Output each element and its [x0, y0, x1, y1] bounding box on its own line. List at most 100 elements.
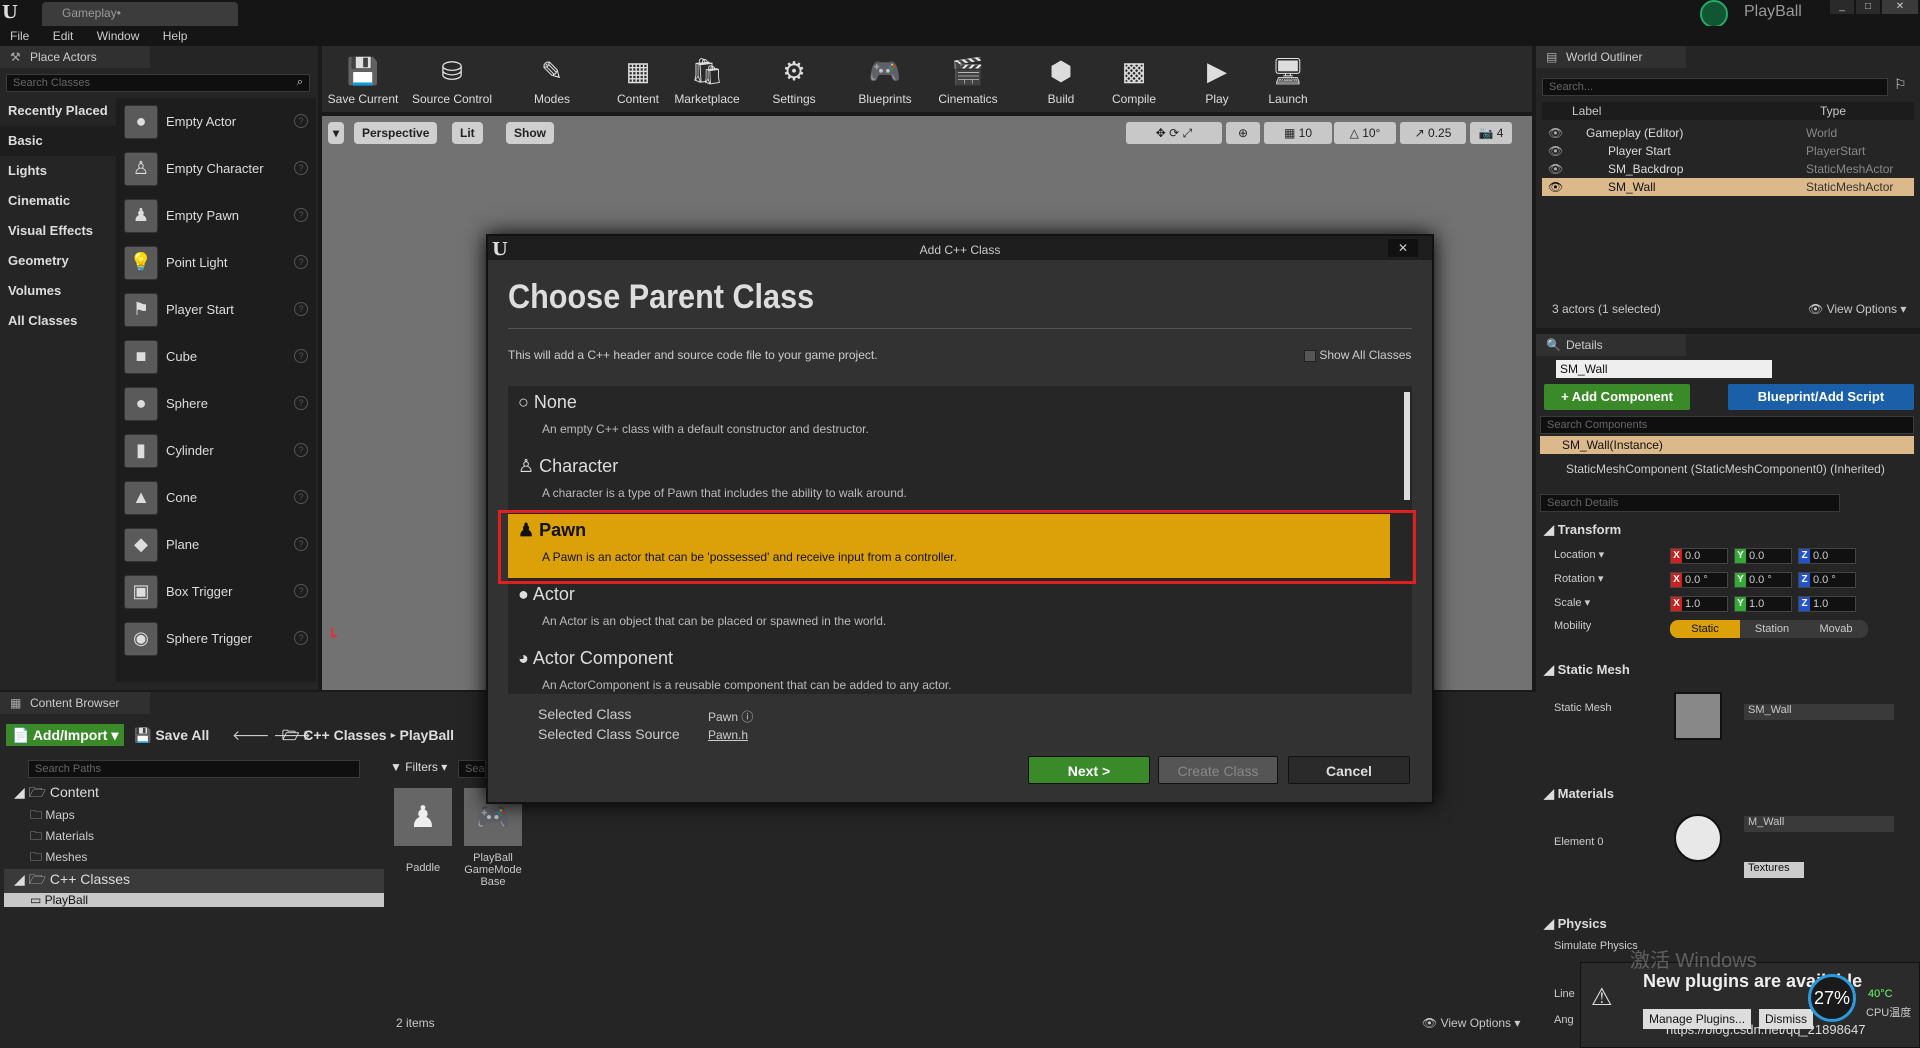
place-actors-tab[interactable]: ⚒ Place Actors: [0, 46, 150, 68]
help-icon[interactable]: ?: [294, 255, 308, 269]
dialog-close-button[interactable]: ✕: [1388, 239, 1418, 257]
transform-tools[interactable]: ✥ ⟳ ⤢: [1126, 122, 1222, 144]
show-button[interactable]: Show: [506, 122, 554, 144]
static-mesh-section-header[interactable]: ◢ Static Mesh: [1544, 662, 1630, 678]
mobility-station-button[interactable]: Station: [1740, 620, 1804, 638]
world-local-toggle[interactable]: ⊕: [1226, 122, 1260, 144]
class-item-none[interactable]: ○ None An empty C++ class with a default …: [508, 386, 1390, 450]
component-instance-row[interactable]: SM_Wall(Instance): [1540, 436, 1914, 454]
search-components-input[interactable]: Search Components: [1540, 416, 1914, 434]
content-browser-tab[interactable]: ▦ Content Browser: [0, 692, 150, 714]
category-visual-effects[interactable]: Visual Effects: [0, 216, 116, 246]
mobility-movable-button[interactable]: Movab: [1804, 620, 1868, 638]
help-icon[interactable]: ?: [294, 208, 308, 222]
location-x-field[interactable]: X 0.0: [1670, 548, 1728, 564]
outliner-view-options[interactable]: 👁 View Options ▾: [1808, 302, 1906, 316]
blueprint-add-script-button[interactable]: Blueprint/Add Script: [1728, 384, 1914, 410]
help-icon[interactable]: ?: [294, 161, 308, 175]
class-list-scrollbar[interactable]: [1404, 392, 1410, 500]
camera-speed[interactable]: 📷 4: [1470, 122, 1512, 144]
eye-icon[interactable]: 👁: [1548, 178, 1563, 196]
settings-button[interactable]: ⚙ Settings: [758, 46, 830, 112]
category-cinematic[interactable]: Cinematic: [0, 186, 116, 216]
tree-item[interactable]: 🗀 Maps: [4, 806, 384, 827]
rotation-x-field[interactable]: X 0.0 °: [1670, 572, 1728, 588]
outliner-row[interactable]: 👁 Gameplay (Editor) World: [1542, 124, 1914, 142]
rotation-y-field[interactable]: Y 0.0 °: [1734, 572, 1792, 588]
viewport-options-button[interactable]: ▾: [328, 122, 345, 144]
class-item-actor[interactable]: ● Actor An Actor is an object that can be…: [508, 578, 1390, 642]
details-tab[interactable]: 🔍 Details: [1536, 334, 1686, 356]
material-thumbnail[interactable]: [1674, 814, 1722, 862]
transform-section-header[interactable]: ◢ Transform: [1544, 522, 1621, 538]
breadcrumb-playball[interactable]: PlayBall: [400, 727, 454, 743]
help-icon[interactable]: ?: [294, 631, 308, 645]
content-button[interactable]: ▦ Content: [606, 46, 670, 112]
help-icon[interactable]: ?: [294, 443, 308, 457]
outliner-row-selected[interactable]: 👁 SM_Wall StaticMeshActor: [1542, 178, 1914, 196]
eye-icon[interactable]: 👁: [1548, 142, 1563, 160]
mobility-static-button[interactable]: Static: [1670, 620, 1740, 638]
static-mesh-dropdown[interactable]: SM_Wall: [1744, 704, 1894, 720]
play-button[interactable]: ▶ Play: [1190, 46, 1244, 112]
scale-y-field[interactable]: Y 1.0: [1734, 596, 1792, 612]
actor-item-empty-character[interactable]: ♙ Empty Character?: [116, 145, 316, 192]
textures-dropdown[interactable]: Textures: [1744, 862, 1804, 878]
marketplace-button[interactable]: 🛍 Marketplace: [670, 46, 744, 112]
category-geometry[interactable]: Geometry: [0, 246, 116, 276]
add-actor-icon[interactable]: ⚐: [1894, 76, 1907, 93]
eye-icon[interactable]: 👁: [1548, 160, 1563, 178]
add-component-button[interactable]: + Add Component: [1544, 384, 1690, 410]
rotation-snap[interactable]: △ 10°: [1334, 122, 1396, 144]
asset-paddle[interactable]: ♟: [394, 788, 452, 846]
rotation-label[interactable]: Rotation ▾: [1554, 572, 1604, 585]
actor-item-box-trigger[interactable]: ▣ Box Trigger?: [116, 568, 316, 615]
search-paths-input[interactable]: Search Paths: [28, 760, 360, 778]
modes-button[interactable]: ✎ Modes: [522, 46, 582, 112]
actor-item-player-start[interactable]: ⚑ Player Start?: [116, 286, 316, 333]
minimize-button[interactable]: _: [1830, 0, 1854, 14]
static-mesh-thumbnail[interactable]: [1674, 692, 1722, 740]
outliner-row[interactable]: 👁 SM_Backdrop StaticMeshActor: [1542, 160, 1914, 178]
menu-file[interactable]: File: [10, 26, 29, 46]
source-control-button[interactable]: ⛁ Source Control: [408, 46, 496, 112]
category-recently-placed[interactable]: Recently Placed: [0, 96, 116, 126]
material-dropdown[interactable]: M_Wall: [1744, 816, 1894, 832]
tree-item[interactable]: ◢ 🗁 C++ Classes: [4, 869, 384, 893]
menu-help[interactable]: Help: [163, 26, 188, 46]
actor-item-empty-actor[interactable]: ● Empty Actor?: [116, 98, 316, 145]
help-icon[interactable]: ?: [294, 584, 308, 598]
search-assets-input[interactable]: Sea: [458, 760, 486, 778]
document-tab[interactable]: Gameplay•: [42, 2, 238, 26]
eye-icon[interactable]: 👁: [1548, 124, 1563, 142]
tree-item[interactable]: ◢ 🗁 Content: [4, 782, 384, 806]
save-all-button[interactable]: 💾 Save All: [134, 724, 209, 746]
content-view-options[interactable]: 👁 View Options ▾: [1422, 1016, 1520, 1030]
perspective-button[interactable]: Perspective: [354, 122, 438, 144]
build-button[interactable]: ⬢ Build: [1034, 46, 1088, 112]
scale-label[interactable]: Scale ▾: [1554, 596, 1590, 609]
actor-item-sphere[interactable]: ● Sphere?: [116, 380, 316, 427]
location-z-field[interactable]: Z 0.0: [1798, 548, 1856, 564]
actor-item-empty-pawn[interactable]: ♟ Empty Pawn?: [116, 192, 316, 239]
help-icon[interactable]: ?: [294, 114, 308, 128]
blueprints-button[interactable]: 🎮 Blueprints: [850, 46, 920, 112]
class-item-character[interactable]: ♙ Character A character is a type of Pawn…: [508, 450, 1390, 514]
help-icon[interactable]: ?: [294, 490, 308, 504]
search-classes-input[interactable]: Search Classes ⌕: [6, 74, 310, 92]
save-current-button[interactable]: 💾 Save Current: [326, 46, 400, 112]
selected-source-link[interactable]: Pawn.h: [708, 728, 748, 742]
class-item-actor-component[interactable]: ◕ Actor Component An ActorComponent is a …: [508, 642, 1390, 694]
location-label[interactable]: Location ▾: [1554, 548, 1604, 561]
actor-item-plane[interactable]: ◆ Plane?: [116, 521, 316, 568]
help-icon[interactable]: ?: [294, 349, 308, 363]
rotation-z-field[interactable]: Z 0.0 °: [1798, 572, 1856, 588]
actor-item-point-light[interactable]: 💡 Point Light?: [116, 239, 316, 286]
category-lights[interactable]: Lights: [0, 156, 116, 186]
world-outliner-tab[interactable]: ▤ World Outliner: [1536, 46, 1686, 68]
show-all-classes-checkbox[interactable]: Show All Classes: [1304, 348, 1411, 362]
close-window-button[interactable]: ✕: [1882, 0, 1918, 14]
filters-button[interactable]: ▼ Filters ▾: [390, 760, 447, 774]
outliner-row[interactable]: 👁 Player Start PlayerStart: [1542, 142, 1914, 160]
scale-z-field[interactable]: Z 1.0: [1798, 596, 1856, 612]
